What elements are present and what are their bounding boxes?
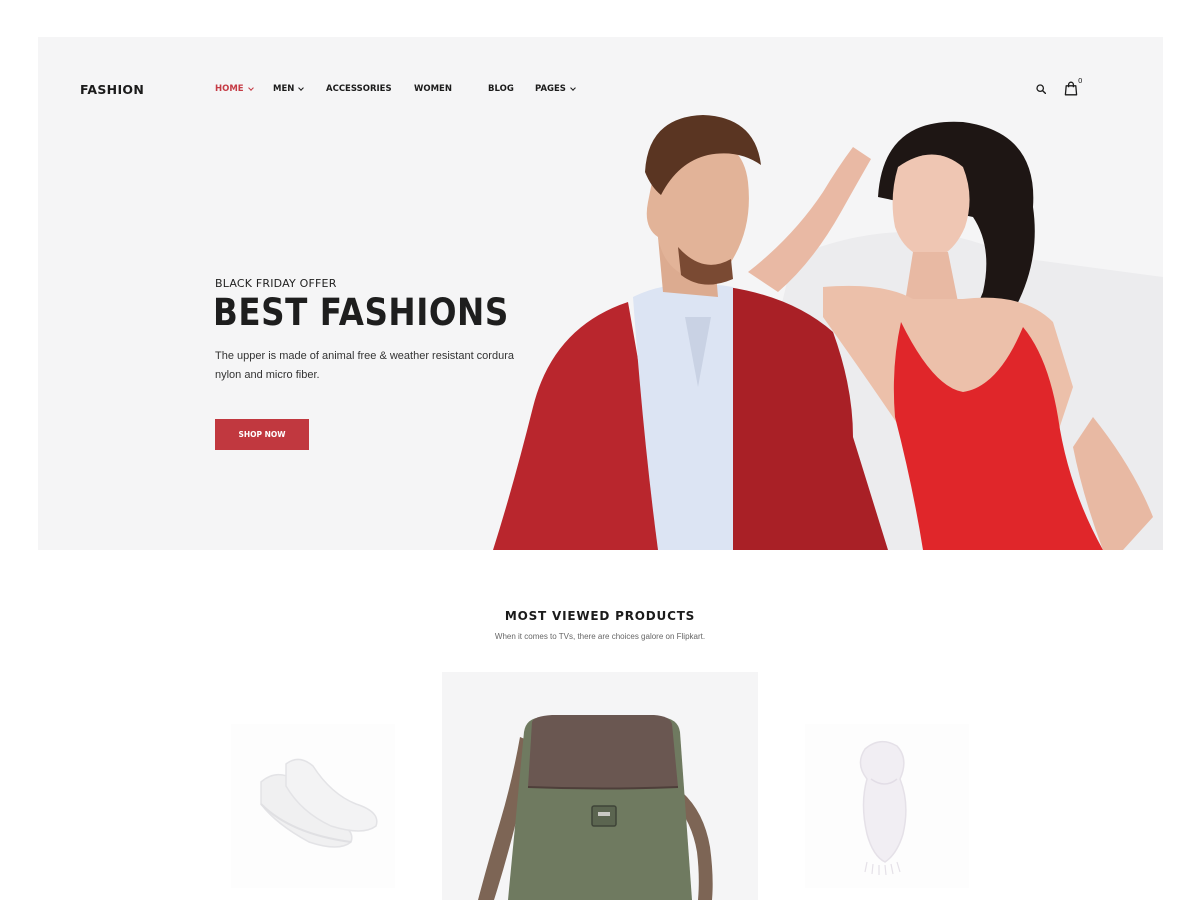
product-image-messenger-bag	[478, 715, 713, 900]
nav-label: ACCESSORIES	[326, 84, 392, 94]
hero-title: BEST FASHIONS	[213, 291, 509, 334]
section-subtitle: When it comes to TVs, there are choices …	[494, 632, 706, 641]
chevron-down-icon	[247, 84, 254, 91]
nav-label: HOME	[215, 84, 244, 94]
nav-item-accessories[interactable]: ACCESSORIES	[326, 84, 414, 94]
product-card-messenger-bag[interactable]	[442, 672, 758, 900]
product-card-sneakers[interactable]	[231, 724, 395, 888]
site-logo[interactable]: FASHION	[80, 82, 144, 97]
product-image-sneakers	[260, 758, 378, 848]
nav-label: WOMEN	[414, 84, 452, 94]
section-title: MOST VIEWED PRODUCTS	[504, 609, 696, 623]
nav-item-women[interactable]: WOMEN	[414, 84, 488, 94]
nav-label: MEN	[273, 84, 295, 94]
hero-model-image	[493, 115, 1163, 550]
hero-banner: FASHION HOME MEN ACCESSORIES WOMEN BLOG …	[38, 37, 1163, 550]
product-card-scarf[interactable]	[805, 724, 969, 888]
hero-eyebrow: BLACK FRIDAY OFFER	[215, 277, 337, 290]
chevron-down-icon	[298, 84, 305, 91]
shop-now-button[interactable]: SHOP NOW	[215, 419, 309, 450]
hero-description: The upper is made of animal free & weath…	[215, 350, 514, 381]
nav-item-men[interactable]: MEN	[273, 84, 326, 94]
nav-item-home[interactable]: HOME	[215, 84, 273, 94]
cart-count-badge: 0	[1078, 77, 1083, 85]
product-image-scarf	[859, 740, 907, 876]
